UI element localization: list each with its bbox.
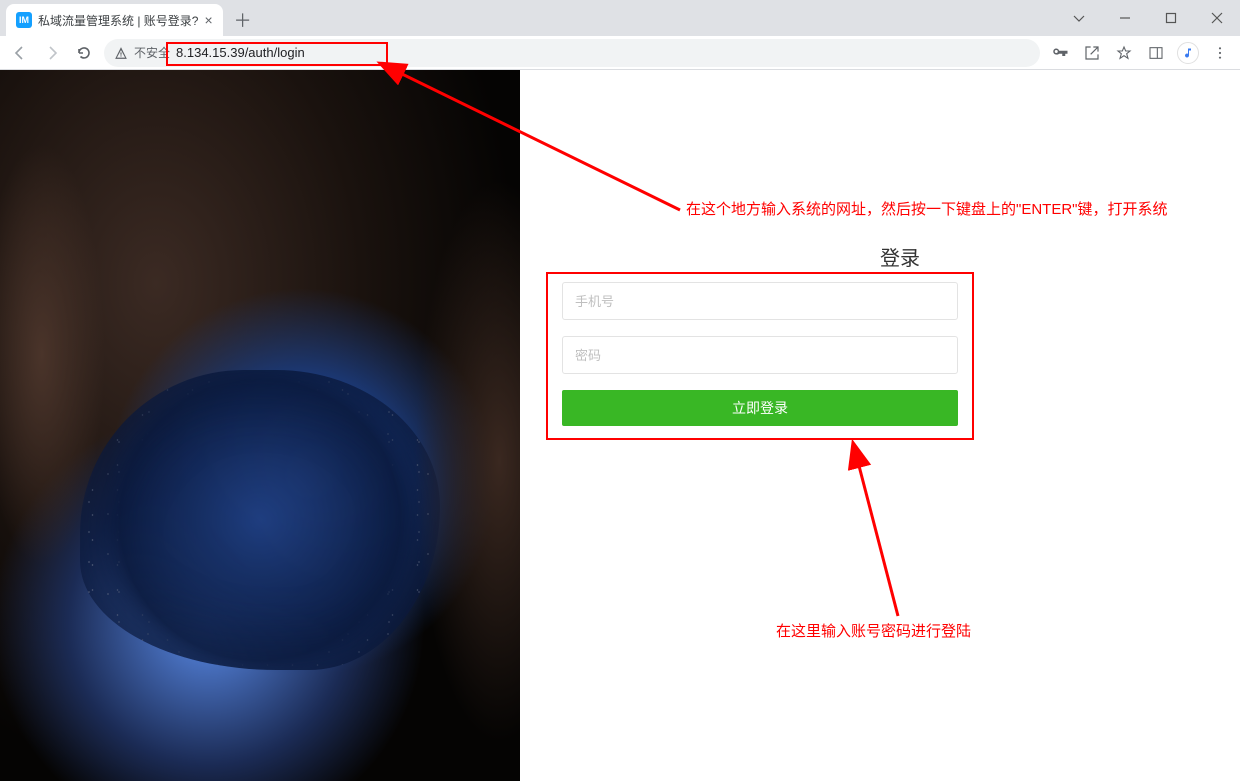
password-key-icon[interactable] (1048, 41, 1072, 65)
tab-favicon: IM (16, 12, 32, 28)
login-submit-button[interactable]: 立即登录 (562, 390, 958, 426)
nav-forward-icon[interactable] (40, 41, 64, 65)
window-minimize-icon[interactable] (1102, 3, 1148, 33)
share-icon[interactable] (1080, 41, 1104, 65)
titlebar: IM 私域流量管理系统 | 账号登录? × ＋ (0, 0, 1240, 36)
address-bar[interactable]: 不安全 8.134.15.39/auth/login (104, 39, 1040, 67)
hero-image (0, 70, 520, 781)
browser-toolbar: 不安全 8.134.15.39/auth/login (0, 36, 1240, 70)
window-close-icon[interactable] (1194, 3, 1240, 33)
kebab-menu-icon[interactable] (1208, 41, 1232, 65)
login-form: 立即登录 (562, 282, 958, 426)
not-secure-label: 不安全 (134, 44, 170, 61)
not-secure-icon (114, 46, 128, 60)
tab-strip: IM 私域流量管理系统 | 账号登录? × ＋ (0, 0, 257, 36)
side-panel-icon[interactable] (1144, 41, 1168, 65)
url-text: 8.134.15.39/auth/login (176, 45, 1030, 60)
extension-music-icon[interactable] (1176, 41, 1200, 65)
browser-chrome: IM 私域流量管理系统 | 账号登录? × ＋ (0, 0, 1240, 70)
phone-input[interactable] (562, 282, 958, 320)
window-maximize-icon[interactable] (1148, 3, 1194, 33)
new-tab-button[interactable]: ＋ (229, 6, 257, 34)
nav-back-icon[interactable] (8, 41, 32, 65)
login-panel: 登录 立即登录 (520, 70, 1240, 781)
login-title: 登录 (740, 242, 1060, 271)
nav-reload-icon[interactable] (72, 41, 96, 65)
tab-title: 私域流量管理系统 | 账号登录? (38, 12, 198, 29)
window-dropdown-icon[interactable] (1056, 3, 1102, 33)
bookmark-star-icon[interactable] (1112, 41, 1136, 65)
tab-close-icon[interactable]: × (204, 13, 212, 27)
browser-tab[interactable]: IM 私域流量管理系统 | 账号登录? × (6, 4, 223, 36)
window-controls (1056, 0, 1240, 36)
password-input[interactable] (562, 336, 958, 374)
page-viewport: 登录 立即登录 在这个地方输入系统的网址，然后按一下键盘上的"ENTER"键，打… (0, 70, 1240, 781)
